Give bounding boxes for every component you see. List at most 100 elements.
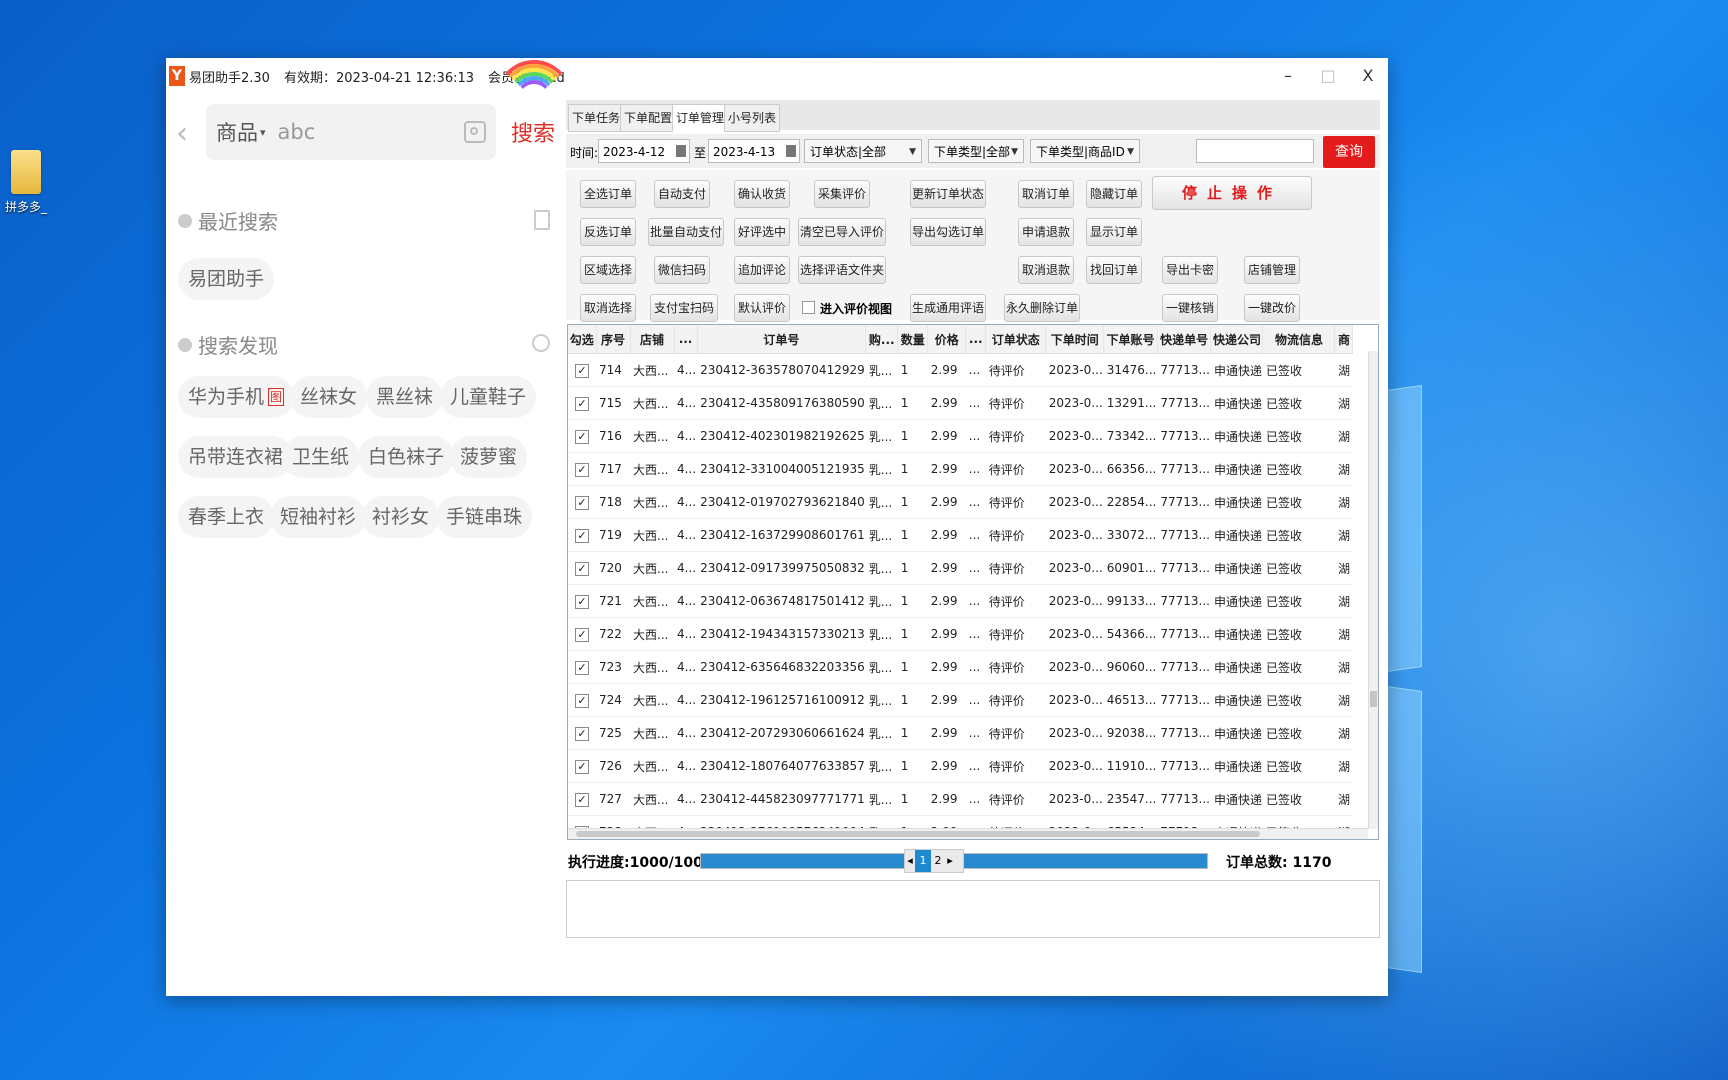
row-checkbox[interactable]: ✓ [575, 759, 589, 774]
col-ellipsis[interactable]: ... [674, 325, 698, 354]
recent-chip[interactable]: 易团助手 [178, 258, 275, 300]
discover-chip[interactable]: 衬衫女 [362, 496, 440, 538]
recover-order-button[interactable]: 找回订单 [1086, 256, 1142, 284]
pager-page-2[interactable]: 2 [931, 850, 945, 872]
table-row[interactable]: ✓ 717 大西... 4... 230412-331004005121935 乳... 1… [568, 452, 1353, 486]
confirm-receipt-button[interactable]: 确认收货 [734, 180, 790, 208]
row-checkbox[interactable]: ✓ [575, 528, 589, 543]
search-input[interactable] [275, 119, 460, 145]
discover-chip[interactable]: 吊带连衣裙 [178, 436, 294, 478]
tab-order-config[interactable]: 下单配置 [620, 104, 677, 132]
pager-next-icon[interactable]: ▸ [945, 850, 955, 872]
close-button[interactable]: X [1348, 58, 1388, 94]
col-qty[interactable]: 数量 [897, 325, 929, 354]
show-order-button[interactable]: 显示订单 [1086, 218, 1142, 246]
col-ellipsis-2[interactable]: ... [965, 325, 987, 354]
eye-icon[interactable] [532, 334, 550, 352]
shop-manage-button[interactable]: 店铺管理 [1244, 256, 1300, 284]
search-category[interactable]: 商品 [216, 117, 258, 147]
date-from-picker[interactable]: 2023-4-12 [598, 139, 690, 163]
cell-check[interactable]: ✓ [568, 584, 596, 618]
cell-check[interactable]: ✓ [568, 782, 596, 816]
calendar-icon[interactable] [676, 145, 686, 157]
col-price[interactable]: 价格 [927, 325, 967, 354]
col-logistics[interactable]: 物流信息 [1262, 325, 1336, 354]
cell-check[interactable]: ✓ [568, 485, 596, 519]
col-time[interactable]: 下单时间 [1045, 325, 1105, 354]
camera-icon[interactable] [463, 121, 486, 143]
invert-select-button[interactable]: 反选订单 [580, 218, 636, 246]
row-checkbox[interactable]: ✓ [575, 594, 589, 609]
discover-chip[interactable]: 华为手机图 [178, 376, 295, 418]
select-all-button[interactable]: 全选订单 [580, 180, 636, 208]
tab-account-list[interactable]: 小号列表 [724, 104, 781, 132]
append-review-button[interactable]: 追加评论 [734, 256, 790, 284]
cell-check[interactable]: ✓ [568, 419, 596, 453]
discover-chip[interactable]: 卫生纸 [282, 436, 360, 478]
table-row[interactable]: ✓ 716 大西... 4... 230412-402301982192625 乳... 1… [568, 419, 1353, 453]
caret-down-icon[interactable]: ▾ [260, 126, 266, 139]
review-view-checkbox[interactable] [802, 301, 815, 314]
cell-check[interactable]: ✓ [568, 386, 596, 420]
search-button[interactable]: 搜索 [511, 116, 555, 148]
table-row[interactable]: ✓ 724 大西... 4... 230412-196125716100912 乳... 1… [568, 683, 1353, 717]
cell-check[interactable]: ✓ [568, 353, 596, 387]
cancel-select-button[interactable]: 取消选择 [580, 294, 636, 322]
row-checkbox[interactable]: ✓ [575, 660, 589, 675]
tab-order-task[interactable]: 下单任务 [568, 104, 625, 132]
hide-order-button[interactable]: 隐藏订单 [1086, 180, 1142, 208]
minimize-button[interactable]: – [1268, 58, 1308, 94]
col-tracking[interactable]: 快递单号 [1157, 325, 1212, 354]
discover-chip[interactable]: 菠萝蜜 [450, 436, 528, 478]
one-key-cancel-button[interactable]: 一键核销 [1162, 294, 1218, 322]
cell-check[interactable]: ✓ [568, 551, 596, 585]
cell-check[interactable]: ✓ [568, 617, 596, 651]
row-checkbox[interactable]: ✓ [575, 396, 589, 411]
table-row[interactable]: ✓ 714 大西... 4... 230412-363578070412929 乳... 1… [568, 353, 1353, 387]
table-row[interactable]: ✓ 726 大西... 4... 230412-180764077633857 乳... 1… [568, 749, 1353, 783]
row-checkbox[interactable]: ✓ [575, 726, 589, 741]
collect-review-button[interactable]: 采集评价 [814, 180, 870, 208]
log-output[interactable] [566, 880, 1380, 938]
row-checkbox[interactable]: ✓ [575, 792, 589, 807]
discover-chip[interactable]: 手链串珠 [436, 496, 533, 538]
discover-chip[interactable]: 丝袜女 [290, 376, 368, 418]
date-to-picker[interactable]: 2023-4-13 [708, 139, 800, 163]
row-checkbox[interactable]: ✓ [575, 693, 589, 708]
col-account[interactable]: 下单账号 [1103, 325, 1158, 354]
row-checkbox[interactable]: ✓ [575, 462, 589, 477]
horizontal-scrollbar[interactable] [568, 828, 1368, 839]
cell-check[interactable]: ✓ [568, 650, 596, 684]
col-status[interactable]: 订单状态 [985, 325, 1047, 354]
table-row[interactable]: ✓ 727 大西... 4... 230412-445823097771771 乳... 1… [568, 782, 1353, 816]
query-button[interactable]: 查询 [1323, 136, 1375, 168]
good-review-button[interactable]: 好评选中 [734, 218, 790, 246]
discover-chip[interactable]: 春季上衣 [178, 496, 275, 538]
wechat-scan-button[interactable]: 微信扫码 [654, 256, 710, 284]
table-row[interactable]: ✓ 715 大西... 4... 230412-435809176380590 乳... 1… [568, 386, 1353, 420]
col-goods[interactable]: 商 [1334, 325, 1354, 354]
export-selected-button[interactable]: 导出勾选订单 [910, 218, 986, 246]
discover-chip[interactable]: 短袖衬衫 [270, 496, 367, 538]
delete-forever-button[interactable]: 永久删除订单 [1004, 294, 1080, 322]
auto-pay-button[interactable]: 自动支付 [654, 180, 710, 208]
calendar-icon[interactable] [786, 145, 796, 157]
row-checkbox[interactable]: ✓ [575, 429, 589, 444]
table-row[interactable]: ✓ 723 大西... 4... 230412-635646832203356 乳... 1… [568, 650, 1353, 684]
alipay-scan-button[interactable]: 支付宝扫码 [650, 294, 718, 322]
col-index[interactable]: 序号 [596, 325, 631, 354]
cell-check[interactable]: ✓ [568, 452, 596, 486]
desktop-icon-pdd[interactable]: 拼多多_ [4, 150, 48, 215]
cell-check[interactable]: ✓ [568, 716, 596, 750]
vertical-scrollbar[interactable] [1368, 351, 1378, 829]
pager-page-1[interactable]: 1 [915, 850, 931, 872]
choose-review-folder-button[interactable]: 选择评语文件夹 [798, 256, 886, 284]
query-input[interactable] [1196, 139, 1314, 163]
discover-chip[interactable]: 儿童鞋子 [440, 376, 537, 418]
table-row[interactable]: ✓ 719 大西... 4... 230412-163729908601761 乳... 1… [568, 518, 1353, 552]
apply-refund-button[interactable]: 申请退款 [1018, 218, 1074, 246]
row-checkbox[interactable]: ✓ [575, 495, 589, 510]
batch-auto-pay-button[interactable]: 批量自动支付 [648, 218, 724, 246]
cell-check[interactable]: ✓ [568, 683, 596, 717]
cell-check[interactable]: ✓ [568, 518, 596, 552]
